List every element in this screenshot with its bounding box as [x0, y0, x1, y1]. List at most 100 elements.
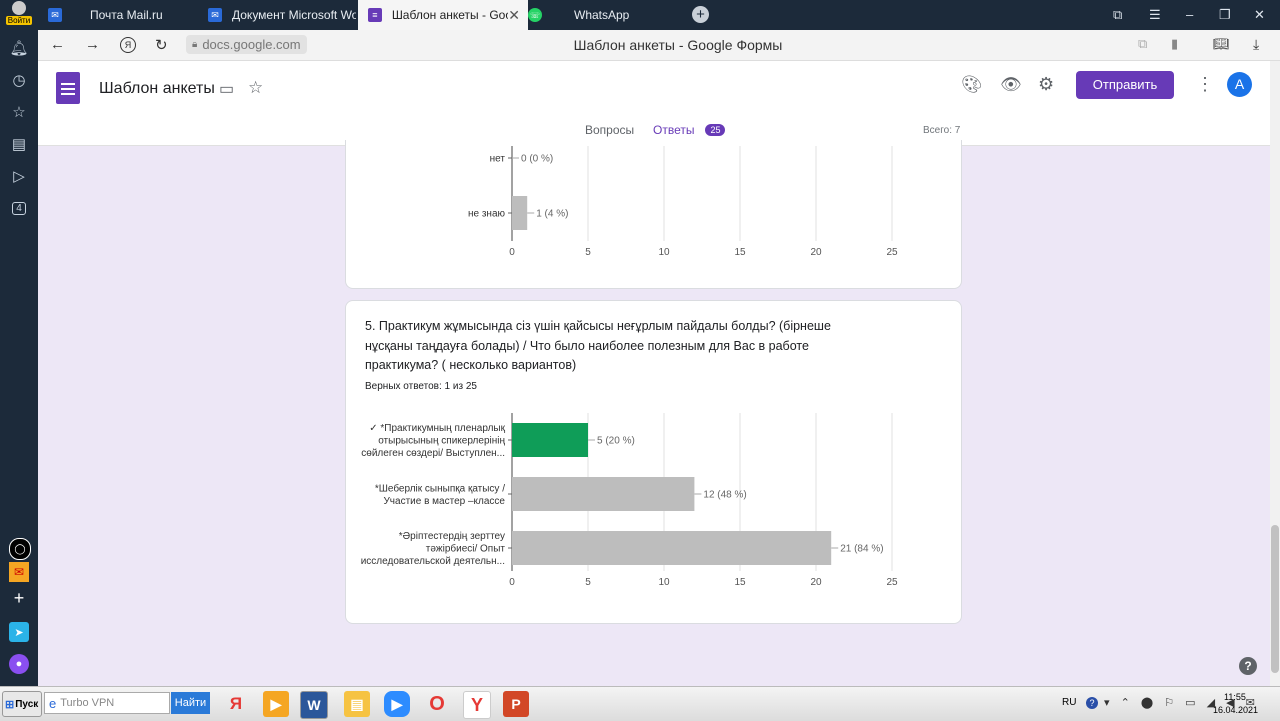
opera-icon[interactable]: O: [424, 691, 450, 717]
lock-icon: 🔒︎: [192, 39, 198, 50]
x-tick-label: 20: [810, 577, 822, 588]
add-icon[interactable]: +: [9, 588, 29, 608]
play-icon[interactable]: ▷: [9, 166, 29, 186]
search-button[interactable]: Найти: [171, 692, 210, 714]
x-tick-label: 10: [658, 577, 670, 588]
previous-bar-chart: 0 5 10 15 20 25 0 (0 %) нет 1 (4 %) не знаю: [468, 146, 898, 258]
preview-eye-icon[interactable]: 👁︎: [1000, 75, 1022, 95]
tab-word-doc[interactable]: ✉ Документ Microsoft Word...: [198, 0, 366, 30]
palette-icon[interactable]: 🎨︎: [961, 75, 983, 95]
bar: [512, 423, 588, 457]
scrollbar-thumb[interactable]: [1271, 525, 1279, 673]
close-window-icon[interactable]: ✕: [1254, 7, 1265, 23]
avatar[interactable]: A: [1227, 72, 1252, 97]
x-tick-label: 0: [509, 247, 515, 258]
language-indicator[interactable]: RU: [1062, 697, 1076, 708]
answers-bar-chart: 0 5 10 15 20 25 5 (20 %) ✓ *Практикумның пленар…: [361, 413, 898, 588]
media-player-icon[interactable]: ▶: [263, 691, 289, 717]
search-field[interactable]: e Turbo VPN: [44, 692, 170, 714]
restore-icon[interactable]: ❐: [1219, 7, 1231, 23]
data-label: 5 (20 %): [597, 436, 635, 447]
y-category-label: ✓ *Практикумның пленарлық: [369, 423, 505, 434]
tab-title: WhatsApp: [574, 8, 630, 22]
folder-icon[interactable]: ▭: [219, 79, 234, 99]
total-label: Всего: 7: [923, 125, 961, 136]
reload-icon[interactable]: ↻: [155, 36, 168, 54]
forms-logo-icon[interactable]: [56, 72, 80, 104]
send-icon[interactable]: ➤: [9, 622, 29, 642]
help-tray-icon[interactable]: ?: [1086, 697, 1098, 709]
mail-icon[interactable]: ✉: [9, 562, 29, 582]
y-category-label: тәжірбиесі/ Опыт: [426, 543, 506, 555]
browser-sidebar: 🔔︎ ◷ ☆ ▤ ▷ 4 ◯ ✉ + ➤ ●: [0, 30, 38, 686]
answers-count-badge: 25: [705, 124, 726, 136]
forms-icon: ≡: [368, 8, 382, 22]
search-placeholder: Turbo VPN: [60, 697, 115, 709]
settings-gear-icon[interactable]: ⚙: [1038, 74, 1054, 95]
badge-icon[interactable]: 4: [9, 198, 29, 218]
page-title: Шаблон анкеты - Google Формы: [573, 37, 783, 53]
mail-icon: ✉: [208, 8, 222, 22]
send-button[interactable]: Отправить: [1076, 71, 1174, 99]
tab-mail[interactable]: ✉ Почта Mail.ru: [38, 0, 206, 30]
menu-icon[interactable]: ☰: [1149, 7, 1161, 23]
y-category-label: отырысының спикерлерінің: [378, 436, 505, 447]
yandex-icon[interactable]: Я: [120, 37, 136, 53]
profile-avatar[interactable]: Войти: [4, 1, 34, 29]
yandex-browser-icon[interactable]: Я: [223, 691, 249, 717]
x-tick-label: 20: [810, 247, 822, 258]
edge-icon: e: [49, 695, 57, 711]
tab-forms[interactable]: ≡ Шаблон анкеты - Goog ✕: [358, 0, 528, 30]
forward-icon[interactable]: →: [85, 36, 100, 53]
y-category-label: сөйлеген сөздері/ Выступлен...: [361, 448, 505, 459]
word-icon[interactable]: W: [300, 691, 328, 719]
mail-icon: ✉: [48, 8, 62, 22]
bar: [512, 531, 832, 565]
alice-icon[interactable]: ◯: [9, 538, 31, 560]
history-icon[interactable]: ◷: [9, 70, 29, 90]
tab-whatsapp[interactable]: ☏ WhatsApp: [520, 0, 686, 30]
notes-icon[interactable]: ▤: [9, 134, 29, 154]
windows-icon: ⊞: [5, 698, 15, 711]
zoom-icon[interactable]: ▶: [384, 691, 410, 717]
yandex-icon[interactable]: Y: [463, 691, 491, 719]
login-label: Войти: [5, 16, 33, 25]
y-category-label: исследовательской деятельн...: [361, 556, 505, 567]
url-text: docs.google.com: [202, 37, 301, 52]
new-tab-button[interactable]: +: [692, 6, 709, 23]
url-field[interactable]: 🔒︎ docs.google.com: [186, 35, 307, 54]
assistant-icon[interactable]: ●: [9, 654, 29, 674]
tab-answers-label: Ответы: [653, 123, 695, 137]
bookmark-icon[interactable]: ▮: [1171, 36, 1178, 52]
bell-icon[interactable]: 🔔︎: [9, 38, 29, 58]
more-vert-icon[interactable]: ⋮: [1196, 74, 1214, 95]
back-icon[interactable]: ←: [50, 36, 65, 53]
download-icon[interactable]: ⤓: [1253, 36, 1259, 53]
form-title[interactable]: Шаблон анкеты: [99, 80, 215, 98]
collections-icon[interactable]: ⧉: [1113, 7, 1122, 23]
data-label: 0 (0 %): [521, 154, 553, 165]
start-button[interactable]: ⊞ Пуск: [2, 691, 42, 717]
bar: [512, 477, 695, 511]
x-tick-label: 0: [509, 577, 515, 588]
reader-icon[interactable]: 📖︎: [1213, 36, 1230, 52]
y-category-label: *Әріптестердің зерттеу: [399, 531, 505, 542]
y-category-label: *Шеберлік сыныпқа қатысу /: [375, 482, 505, 494]
star-icon[interactable]: ☆: [9, 102, 29, 122]
file-explorer-icon[interactable]: ▤: [344, 691, 370, 717]
tab-questions[interactable]: Вопросы: [585, 123, 634, 137]
x-tick-label: 5: [585, 577, 591, 588]
data-label: 21 (84 %): [840, 544, 883, 555]
y-category-label: Участие в мастер –классе: [383, 496, 505, 507]
copy-icon[interactable]: ⧉: [1138, 36, 1147, 52]
whatsapp-icon: ☏: [528, 8, 542, 22]
star-icon[interactable]: ☆: [248, 78, 263, 98]
close-tab-icon[interactable]: ✕: [508, 7, 520, 24]
x-tick-label: 25: [886, 247, 898, 258]
x-tick-label: 15: [734, 247, 746, 258]
minimize-icon[interactable]: –: [1186, 7, 1193, 22]
forms-header: Шаблон анкеты ▭ ☆ 🎨︎ 👁︎ ⚙ Отправить ⋮ A …: [38, 61, 1270, 146]
start-label: Пуск: [15, 698, 39, 710]
powerpoint-icon[interactable]: P: [503, 691, 529, 717]
help-icon[interactable]: ?: [1239, 657, 1257, 675]
